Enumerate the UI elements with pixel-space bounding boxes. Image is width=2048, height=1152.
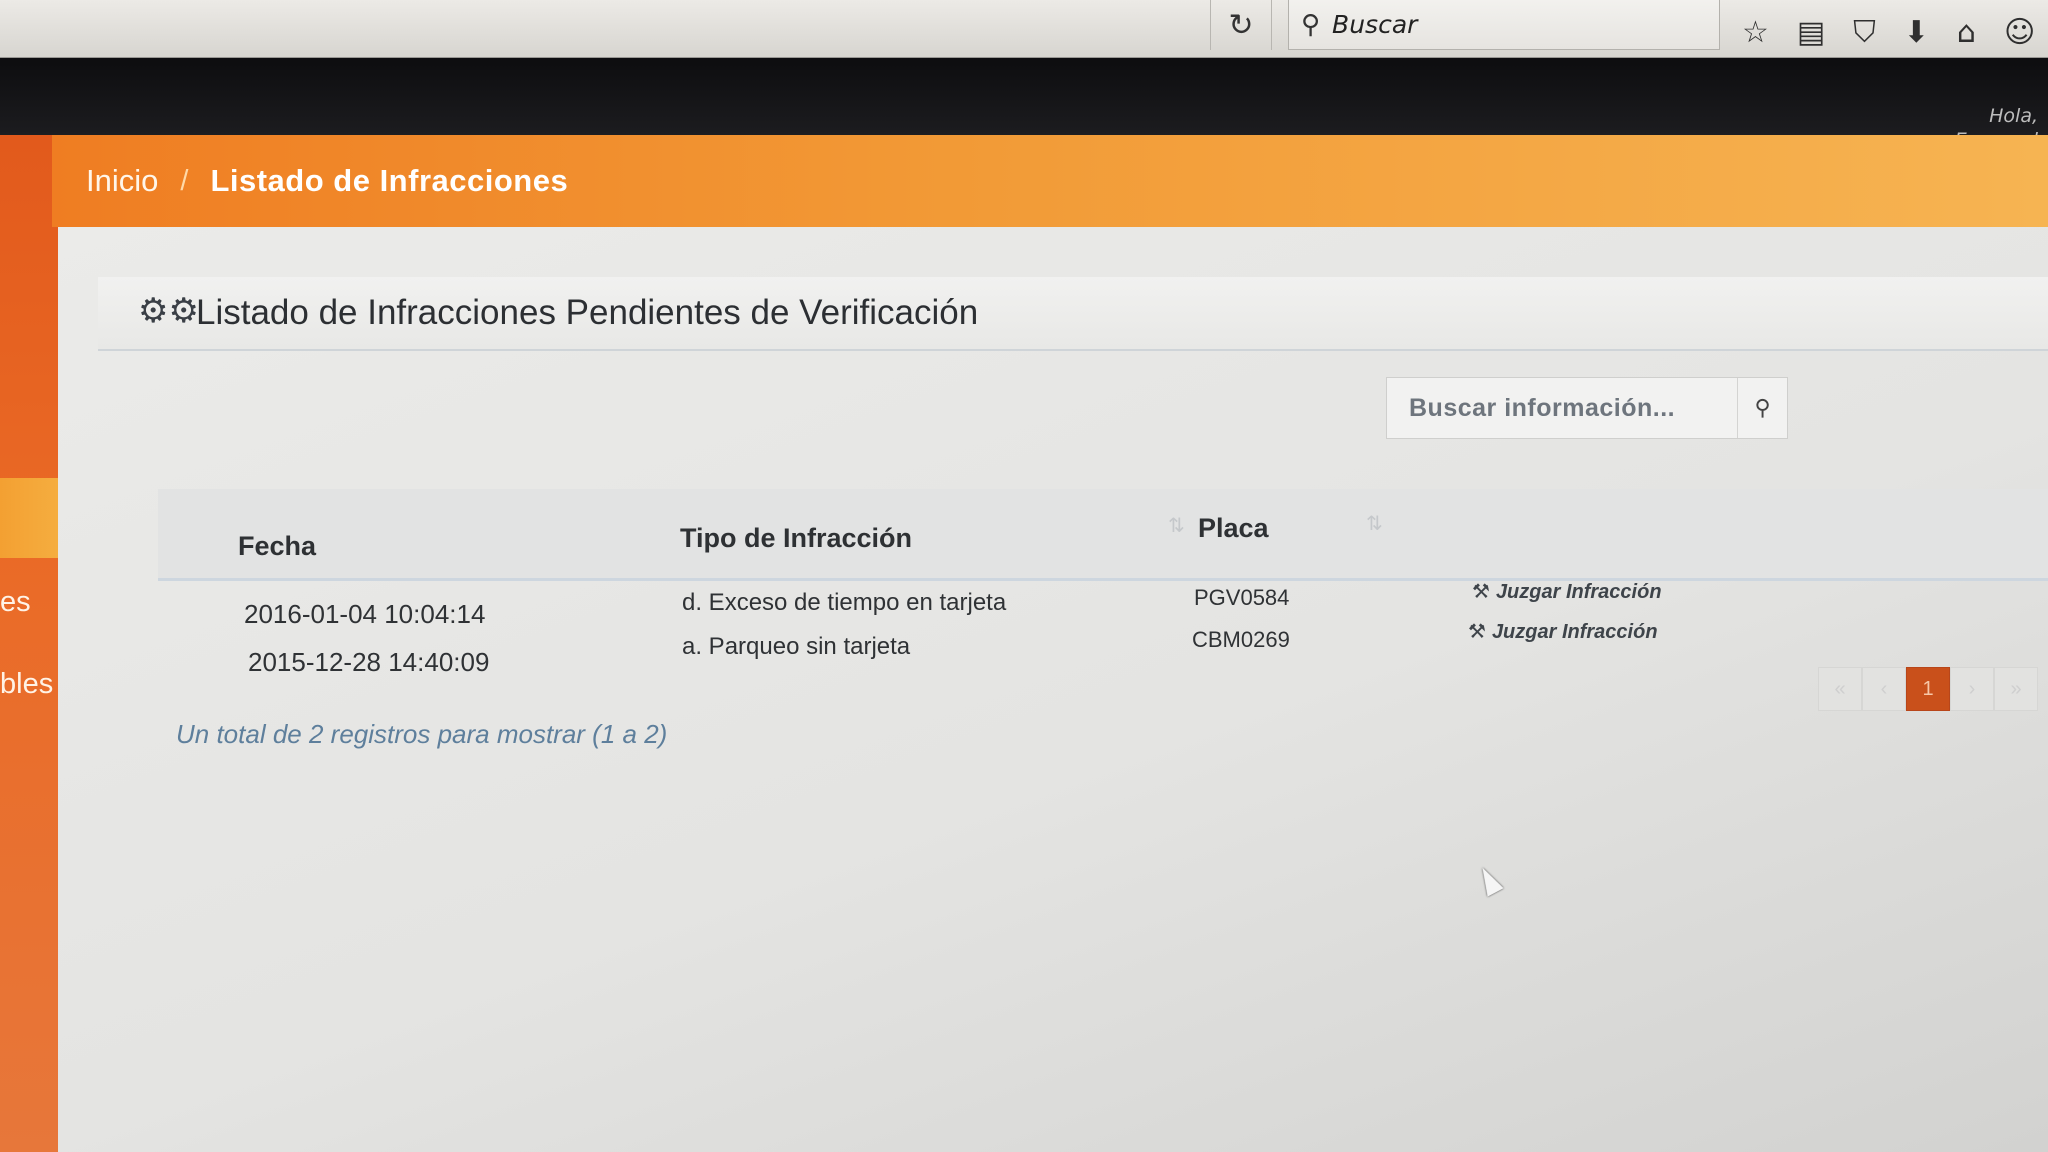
cell-placa: CBM0269 <box>1192 627 1290 652</box>
table-row: 2015-12-28 14:40:09 a. Parqueo sin tarje… <box>158 619 2048 685</box>
search-icon: ⚲ <box>1301 9 1321 40</box>
browser-search-field[interactable]: ⚲ Buscar <box>1288 0 1720 50</box>
pagination-first[interactable]: « <box>1818 667 1862 711</box>
cell-fecha: 2016-01-04 10:04:14 <box>244 599 486 629</box>
main-content: ⚙⚙ Listado de Infracciones Pendientes de… <box>58 227 2048 1152</box>
pagination: « ‹ 1 › » <box>1818 667 2038 711</box>
reload-icon[interactable]: ↻ <box>1210 0 1272 50</box>
search-icon: ⚲ <box>1754 395 1771 421</box>
breadcrumb: Inicio / Listado de Infracciones <box>52 135 2048 227</box>
table-header: Fecha Tipo de Infracción ⇅ Placa ⇅ <box>158 489 2048 581</box>
sidebar-item-1[interactable]: es <box>0 586 31 619</box>
gavel-icon: ⚒ <box>1472 579 1490 603</box>
cell-tipo: d. Exceso de tiempo en tarjeta <box>682 589 1007 616</box>
breadcrumb-home-link[interactable]: Inicio <box>86 163 158 199</box>
breadcrumb-current: Listado de Infracciones <box>210 163 569 198</box>
cell-tipo: a. Parqueo sin tarjeta <box>682 633 911 660</box>
table-row: 2016-01-04 10:04:14 d. Exceso de tiempo … <box>158 579 2048 633</box>
gears-icon: ⚙⚙ <box>138 291 199 331</box>
infractions-table: Fecha Tipo de Infracción ⇅ Placa ⇅ 2016-… <box>158 489 2048 685</box>
chat-icon[interactable]: ☺ <box>2004 15 2035 50</box>
judge-infraction-label: Juzgar Infracción <box>1495 581 1662 603</box>
gavel-icon: ⚒ <box>1468 619 1486 643</box>
column-header-fecha[interactable]: Fecha <box>238 531 316 562</box>
pagination-next[interactable]: › <box>1950 667 1994 711</box>
star-icon[interactable]: ☆ <box>1742 15 1769 50</box>
pagination-prev[interactable]: ‹ <box>1862 667 1906 711</box>
sort-icon[interactable]: ⇅ <box>1366 511 1383 536</box>
search-input[interactable] <box>1387 378 1739 438</box>
page-title: Listado de Infracciones Pendientes de Ve… <box>196 293 979 332</box>
pocket-icon[interactable]: ⛉ <box>1853 15 1876 50</box>
table-search: ⚲ <box>1386 377 1788 439</box>
column-header-tipo[interactable]: Tipo de Infracción <box>680 523 912 554</box>
browser-toolbar: ↻ ⚲ Buscar ☆ ▤ ⛉ ⬇ ⌂ ☺ <box>0 0 2048 58</box>
breadcrumb-separator: / <box>180 164 189 197</box>
greeting-line-1: Hola, <box>1989 105 2038 127</box>
pagination-last[interactable]: » <box>1994 667 2038 711</box>
cell-placa: PGV0584 <box>1194 585 1290 610</box>
download-icon[interactable]: ⬇ <box>1904 15 1929 50</box>
column-header-placa[interactable]: Placa <box>1198 513 1269 544</box>
cell-fecha: 2015-12-28 14:40:09 <box>248 647 490 677</box>
search-button[interactable]: ⚲ <box>1737 378 1787 438</box>
sidebar-item-2[interactable]: bles <box>0 668 53 701</box>
judge-infraction-label: Juzgar Infracción <box>1491 621 1658 643</box>
browser-toolbar-icons: ☆ ▤ ⛉ ⬇ ⌂ ☺ <box>1738 12 2048 52</box>
sort-icon[interactable]: ⇅ <box>1168 513 1185 538</box>
judge-infraction-button[interactable]: ⚒ Juzgar Infracción <box>1468 619 1658 644</box>
panel-header: ⚙⚙ Listado de Infracciones Pendientes de… <box>98 277 2048 351</box>
records-summary: Un total de 2 registros para mostrar (1 … <box>176 719 668 749</box>
judge-infraction-button[interactable]: ⚒ Juzgar Infracción <box>1472 579 1662 604</box>
pagination-page-current[interactable]: 1 <box>1906 667 1950 711</box>
clipboard-icon[interactable]: ▤ <box>1797 15 1825 50</box>
home-icon[interactable]: ⌂ <box>1957 15 1976 50</box>
browser-search-placeholder: Buscar <box>1332 10 1418 39</box>
